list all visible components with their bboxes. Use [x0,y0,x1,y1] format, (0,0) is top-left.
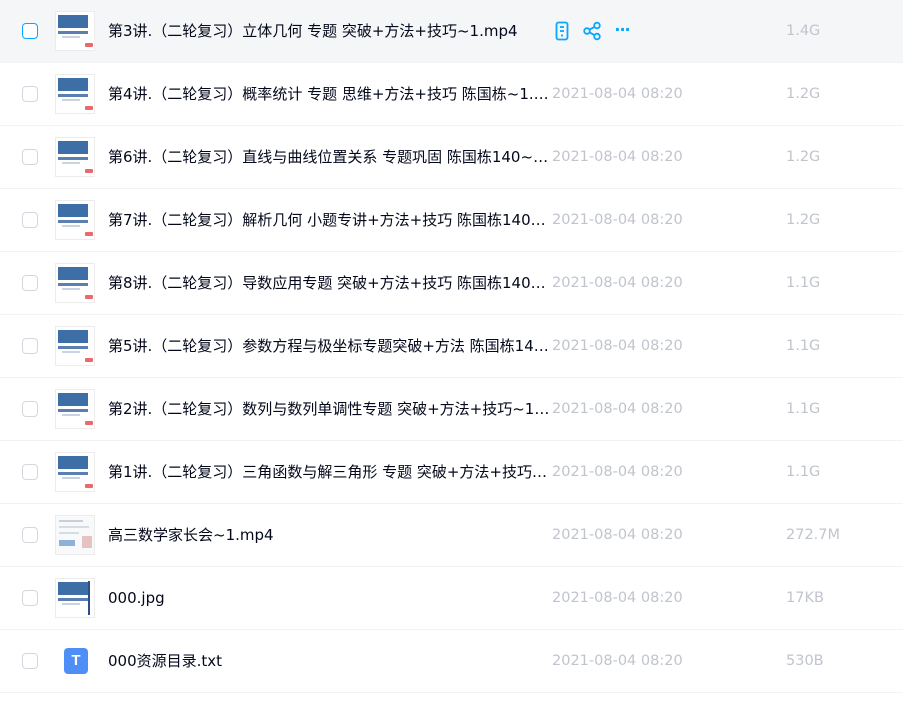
video-thumbnail [55,326,95,366]
row-checkbox[interactable] [22,527,38,543]
row-checkbox[interactable] [22,338,38,354]
file-row[interactable]: 第1讲.（二轮复习）三角函数与解三角形 专题 突破+方法+技巧~1.mp4 20… [0,441,903,504]
more-icon[interactable]: ··· [612,21,632,41]
file-name[interactable]: 第7讲.（二轮复习）解析几何 小题专讲+方法+技巧 陈国栋140~1.mp4 [108,189,550,252]
modified-time: 2021-08-04 08:20 [552,149,683,165]
modified-time: 2021-08-04 08:20 [552,653,683,669]
file-name[interactable]: 第2讲.（二轮复习）数列与数列单调性专题 突破+方法+技巧~1.mp4 [108,378,550,441]
document-thumbnail [55,515,95,555]
share-icon[interactable] [582,21,602,41]
file-row[interactable]: 第5讲.（二轮复习）参数方程与极坐标专题突破+方法 陈国栋140~1.mp4 2… [0,315,903,378]
modified-time: 2021-08-04 08:20 [552,212,683,228]
modified-time: 2021-08-04 08:20 [552,338,683,354]
row-checkbox[interactable] [22,212,38,228]
file-row[interactable]: 第7讲.（二轮复习）解析几何 小题专讲+方法+技巧 陈国栋140~1.mp4 2… [0,189,903,252]
file-size: 1.2G [786,212,821,228]
row-checkbox[interactable] [22,86,38,102]
file-name[interactable]: 第1讲.（二轮复习）三角函数与解三角形 专题 突破+方法+技巧~1.mp4 [108,441,550,504]
phone-icon[interactable] [552,21,572,41]
file-name[interactable]: 000资源目录.txt [108,630,222,693]
file-name[interactable]: 第4讲.（二轮复习）概率统计 专题 思维+方法+技巧 陈国栋~1.mp4 [108,63,550,126]
file-name[interactable]: 第6讲.（二轮复习）直线与曲线位置关系 专题巩固 陈国栋140~1.mp4 [108,126,550,189]
file-size: 17KB [786,590,824,606]
file-row[interactable]: 000.jpg 2021-08-04 08:20 17KB [0,567,903,630]
video-thumbnail [55,263,95,303]
file-size: 530B [786,653,824,669]
file-row[interactable]: 第8讲.（二轮复习）导数应用专题 突破+方法+技巧 陈国栋140~1.mp4 2… [0,252,903,315]
video-thumbnail [55,137,95,177]
modified-time: 2021-08-04 08:20 [552,590,683,606]
modified-time: 2021-08-04 08:20 [552,401,683,417]
row-checkbox[interactable] [22,653,38,669]
file-size: 1.1G [786,275,821,291]
modified-time: 2021-08-04 08:20 [552,275,683,291]
file-name[interactable]: 第5讲.（二轮复习）参数方程与极坐标专题突破+方法 陈国栋140~1.mp4 [108,315,550,378]
file-size: 272.7M [786,527,841,543]
row-checkbox[interactable] [22,401,38,417]
image-thumbnail [55,578,95,618]
row-checkbox[interactable] [22,590,38,606]
video-thumbnail [55,389,95,429]
row-checkbox[interactable] [22,149,38,165]
file-name[interactable]: 第8讲.（二轮复习）导数应用专题 突破+方法+技巧 陈国栋140~1.mp4 [108,252,550,315]
file-size: 1.2G [786,149,821,165]
row-checkbox[interactable] [22,275,38,291]
video-thumbnail [55,200,95,240]
file-name[interactable]: 高三数学家长会~1.mp4 [108,504,274,567]
file-row[interactable]: 第6讲.（二轮复习）直线与曲线位置关系 专题巩固 陈国栋140~1.mp4 20… [0,126,903,189]
file-size: 1.2G [786,86,821,102]
file-row[interactable]: 第3讲.（二轮复习）立体几何 专题 突破+方法+技巧~1.mp4 ··· 1.4… [0,0,903,63]
file-row[interactable]: 高三数学家长会~1.mp4 2021-08-04 08:20 272.7M [0,504,903,567]
file-size: 1.1G [786,338,821,354]
txt-file-icon: T [64,648,88,674]
file-row[interactable]: 第4讲.（二轮复习）概率统计 专题 思维+方法+技巧 陈国栋~1.mp4 202… [0,63,903,126]
file-row[interactable]: 第2讲.（二轮复习）数列与数列单调性专题 突破+方法+技巧~1.mp4 2021… [0,378,903,441]
file-size: 1.1G [786,401,821,417]
file-row[interactable]: T 000资源目录.txt 2021-08-04 08:20 530B [0,630,903,693]
file-size: 1.1G [786,464,821,480]
row-checkbox[interactable] [22,23,38,39]
modified-time: 2021-08-04 08:20 [552,527,683,543]
modified-time: 2021-08-04 08:20 [552,86,683,102]
file-name[interactable]: 第3讲.（二轮复习）立体几何 专题 突破+方法+技巧~1.mp4 [108,0,518,63]
file-size: 1.4G [786,23,821,39]
video-thumbnail [55,452,95,492]
file-name[interactable]: 000.jpg [108,567,165,630]
modified-time: 2021-08-04 08:20 [552,464,683,480]
video-thumbnail [55,74,95,114]
video-thumbnail [55,11,95,51]
file-list: 第3讲.（二轮复习）立体几何 专题 突破+方法+技巧~1.mp4 ··· 1.4… [0,0,903,693]
row-checkbox[interactable] [22,464,38,480]
